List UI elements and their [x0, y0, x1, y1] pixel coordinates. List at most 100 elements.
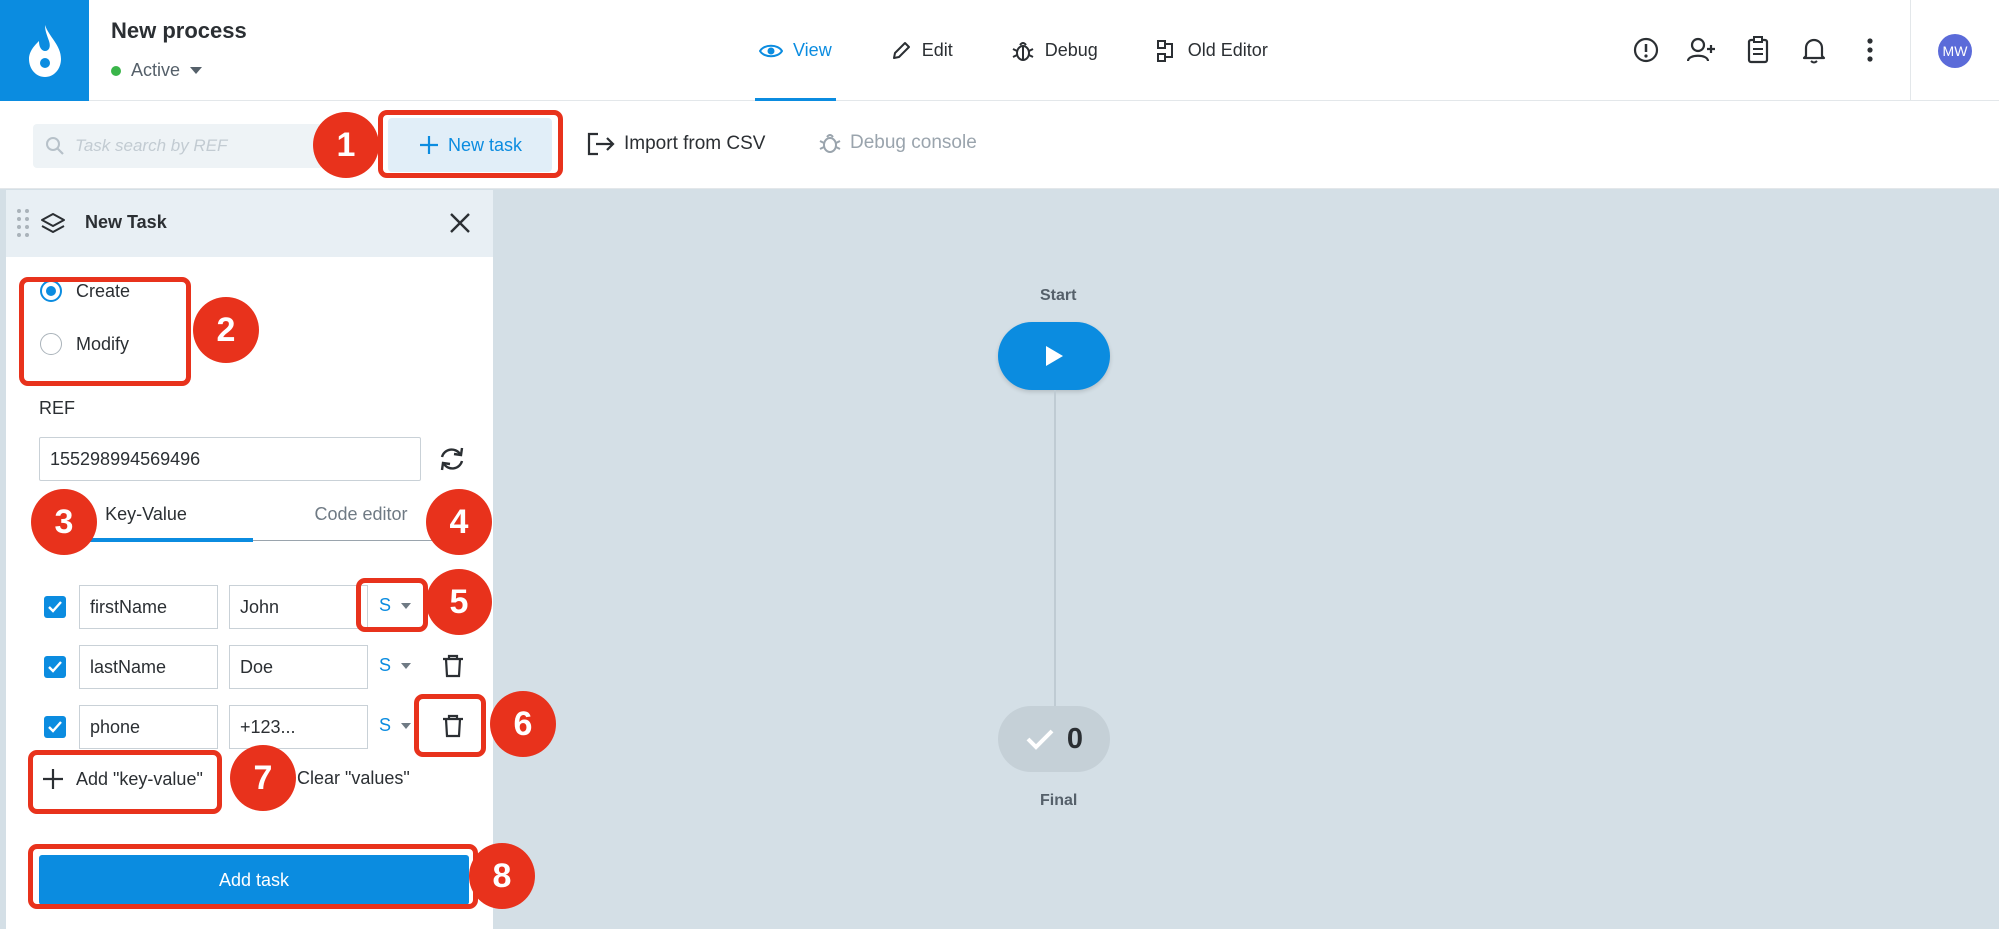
tab-edit-label: Edit	[921, 40, 953, 60]
type-dropdown[interactable]: S	[379, 715, 412, 736]
eye-icon	[759, 44, 783, 57]
tab-old-editor-label: Old Editor	[1187, 40, 1268, 60]
chevron-down-icon	[401, 722, 412, 729]
type-dropdown[interactable]: S	[379, 595, 412, 616]
radio-modify-button[interactable]	[40, 333, 62, 355]
layers-icon	[41, 213, 65, 233]
start-node[interactable]	[998, 322, 1110, 390]
annotation-badge: 1	[313, 112, 379, 178]
play-icon	[1046, 346, 1063, 366]
trash-icon[interactable]	[442, 714, 464, 738]
annotation-badge: 5	[426, 569, 492, 635]
add-user-icon[interactable]	[1684, 32, 1720, 68]
header-divider	[1910, 0, 1911, 101]
clear-values-button[interactable]: Clear "values"	[297, 768, 410, 789]
status-label: Active	[131, 60, 181, 80]
bug-icon	[1012, 41, 1034, 61]
type-label: S	[379, 715, 392, 735]
top-bar: New process Active View Edit Debug Old E…	[0, 0, 1999, 101]
add-key-value-label: Add "key-value"	[76, 768, 203, 789]
tab-debug-label: Debug	[1044, 40, 1098, 60]
radio-create[interactable]: Create	[40, 280, 130, 302]
final-node[interactable]: 0	[998, 706, 1110, 772]
annotation-badge: 2	[193, 297, 259, 363]
checkmark-icon	[48, 601, 62, 613]
avatar[interactable]: MW	[1938, 34, 1972, 68]
import-icon	[587, 132, 615, 156]
task-search	[33, 124, 323, 168]
import-csv-button[interactable]: Import from CSV	[586, 131, 765, 157]
type-label: S	[379, 655, 392, 675]
more-vertical-icon[interactable]	[1852, 32, 1888, 68]
search-input[interactable]	[75, 136, 315, 156]
row-checkbox[interactable]	[44, 656, 66, 678]
tab-old-editor[interactable]: Old Editor	[1152, 0, 1272, 101]
flow-connector	[1054, 390, 1056, 706]
annotation-badge: 4	[426, 489, 492, 555]
start-node-label: Start	[1040, 287, 1077, 304]
chevron-down-icon	[190, 67, 203, 74]
value-input[interactable]	[229, 585, 368, 629]
bell-icon[interactable]	[1796, 32, 1832, 68]
plus-icon	[43, 769, 63, 789]
ref-field[interactable]	[39, 437, 421, 481]
process-canvas[interactable]	[496, 189, 1999, 929]
new-task-panel: New Task Create Modify REF Key-Value Cod…	[6, 190, 493, 929]
close-icon[interactable]	[447, 210, 473, 236]
row-checkbox[interactable]	[44, 596, 66, 618]
status-dot	[111, 65, 121, 76]
add-key-value-button[interactable]: Add "key-value"	[42, 768, 203, 790]
alert-icon[interactable]	[1628, 32, 1664, 68]
annotation-badge: 6	[490, 691, 556, 757]
refresh-icon[interactable]	[438, 446, 466, 472]
annotation-badge: 7	[230, 745, 296, 811]
debug-console-label: Debug console	[850, 132, 977, 153]
radio-create-label: Create	[76, 280, 131, 301]
final-node-label: Final	[1040, 792, 1078, 809]
value-input[interactable]	[229, 645, 368, 689]
radio-modify-label: Modify	[76, 333, 130, 354]
process-title[interactable]: New process	[111, 18, 247, 44]
tab-view-label: View	[793, 40, 832, 60]
tab-edit[interactable]: Edit	[886, 0, 957, 101]
panel-header: New Task	[6, 190, 493, 257]
search-icon	[46, 137, 64, 155]
process-status-dropdown[interactable]: Active	[111, 60, 203, 81]
key-input[interactable]	[79, 645, 218, 689]
bug-icon	[819, 134, 841, 153]
tab-view[interactable]: View	[755, 0, 836, 101]
annotation-badge: 3	[31, 489, 97, 555]
checkmark-icon	[48, 721, 62, 733]
plus-icon	[419, 136, 438, 154]
flow-icon	[1156, 39, 1173, 62]
new-task-label: New task	[447, 134, 523, 155]
app-logo[interactable]	[0, 0, 89, 101]
add-task-button[interactable]: Add task	[39, 855, 469, 905]
import-csv-label: Import from CSV	[624, 133, 766, 154]
new-task-button[interactable]: New task	[388, 118, 552, 172]
header-actions	[1628, 32, 1908, 68]
chevron-down-icon	[401, 662, 412, 669]
key-input[interactable]	[79, 705, 218, 749]
mode-tabs: View Edit Debug Old Editor	[755, 0, 1322, 101]
radio-create-button[interactable]	[40, 280, 62, 302]
kv-row: S	[39, 705, 479, 749]
trash-icon[interactable]	[442, 654, 464, 678]
row-checkbox[interactable]	[44, 716, 66, 738]
panel-title: New Task	[85, 212, 167, 232]
debug-console-button[interactable]: Debug console	[818, 131, 977, 155]
type-dropdown[interactable]: S	[379, 655, 412, 676]
annotation-badge: 8	[469, 843, 535, 909]
drag-handle-icon[interactable]	[16, 208, 30, 238]
chevron-down-icon	[401, 602, 412, 609]
key-input[interactable]	[79, 585, 218, 629]
tab-debug[interactable]: Debug	[1007, 0, 1102, 101]
checkmark-icon	[48, 661, 62, 673]
toolbar: New task Import from CSV Debug console	[0, 101, 1999, 189]
clipboard-icon[interactable]	[1740, 32, 1776, 68]
value-input[interactable]	[229, 705, 368, 749]
kv-row: S	[39, 585, 479, 629]
pencil-icon	[892, 41, 910, 59]
radio-modify[interactable]: Modify	[40, 333, 129, 355]
ref-label: REF	[39, 398, 75, 418]
